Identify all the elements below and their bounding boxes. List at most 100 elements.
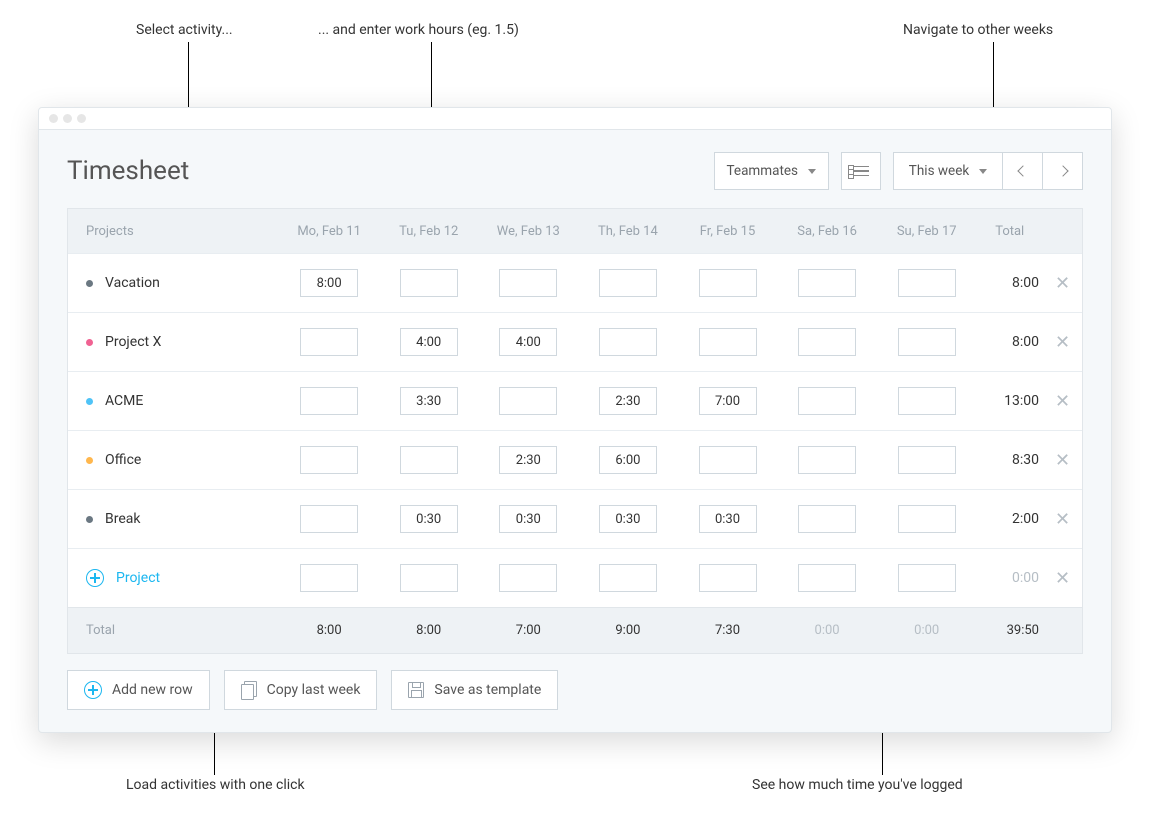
delete-row-button[interactable]: ✕	[1043, 509, 1082, 530]
hour-input[interactable]	[599, 269, 657, 297]
chevron-left-icon	[1017, 165, 1028, 176]
hour-input[interactable]	[599, 564, 657, 592]
day-cell	[479, 269, 579, 297]
delete-row-button[interactable]: ✕	[1043, 273, 1082, 294]
window-control-min[interactable]	[63, 114, 72, 123]
hour-input[interactable]	[798, 328, 856, 356]
hour-input[interactable]	[499, 269, 557, 297]
day-cell	[279, 328, 379, 356]
hour-input[interactable]	[400, 446, 458, 474]
hour-input[interactable]	[300, 505, 358, 533]
hour-input[interactable]	[300, 446, 358, 474]
hour-input[interactable]	[400, 269, 458, 297]
hour-input[interactable]	[400, 328, 458, 356]
day-cell	[379, 328, 479, 356]
list-view-button[interactable]	[841, 152, 881, 190]
day-total: 0:00	[877, 623, 977, 638]
hour-input[interactable]	[898, 387, 956, 415]
day-total: 7:00	[479, 623, 579, 638]
hour-input[interactable]	[400, 505, 458, 533]
hour-input[interactable]	[300, 564, 358, 592]
day-total: 8:00	[279, 623, 379, 638]
hour-input[interactable]	[898, 505, 956, 533]
project-cell[interactable]: Project X	[68, 334, 279, 350]
day-cell	[678, 446, 778, 474]
hour-input[interactable]	[300, 328, 358, 356]
hour-input[interactable]	[300, 269, 358, 297]
hour-input[interactable]	[499, 505, 557, 533]
add-project-cell[interactable]: Project	[68, 569, 279, 587]
save-template-button[interactable]: Save as template	[391, 670, 558, 710]
teammates-dropdown[interactable]: Teammates	[714, 152, 829, 190]
hour-input[interactable]	[599, 328, 657, 356]
hour-input[interactable]	[699, 446, 757, 474]
hour-input[interactable]	[798, 564, 856, 592]
hour-input[interactable]	[300, 387, 358, 415]
hour-input[interactable]	[898, 564, 956, 592]
table-row: Vacation8:00✕	[68, 253, 1082, 312]
chevron-right-icon	[1057, 165, 1068, 176]
delete-row-button[interactable]: ✕	[1043, 568, 1082, 589]
project-cell[interactable]: ACME	[68, 393, 279, 409]
delete-row-button[interactable]: ✕	[1043, 332, 1082, 353]
hour-input[interactable]	[898, 269, 956, 297]
delete-row-button[interactable]: ✕	[1043, 391, 1082, 412]
day-cell	[379, 387, 479, 415]
row-total: 0:00	[976, 570, 1042, 586]
hour-input[interactable]	[699, 387, 757, 415]
hour-input[interactable]	[599, 387, 657, 415]
day-cell	[279, 446, 379, 474]
day-cell	[777, 387, 877, 415]
next-week-button[interactable]	[1043, 152, 1083, 190]
hour-input[interactable]	[798, 505, 856, 533]
hour-input[interactable]	[699, 564, 757, 592]
project-cell[interactable]: Break	[68, 511, 279, 527]
day-total: 7:30	[678, 623, 778, 638]
window-control-close[interactable]	[49, 114, 58, 123]
copy-last-week-button[interactable]: Copy last week	[224, 670, 378, 710]
hour-input[interactable]	[400, 564, 458, 592]
window-control-max[interactable]	[77, 114, 86, 123]
row-total: 13:00	[976, 393, 1042, 409]
day-cell	[877, 505, 977, 533]
hour-input[interactable]	[699, 269, 757, 297]
week-nav: This week	[893, 152, 1083, 190]
annotation-load-activities: Load activities with one click	[126, 777, 305, 793]
hour-input[interactable]	[699, 328, 757, 356]
hour-input[interactable]	[599, 446, 657, 474]
footer-buttons: Add new row Copy last week Save as templ…	[39, 654, 1111, 732]
add-project-row: Project 0:00 ✕	[68, 548, 1082, 607]
day-cell	[578, 328, 678, 356]
add-row-button[interactable]: Add new row	[67, 670, 210, 710]
project-name: Project X	[105, 334, 161, 350]
hour-input[interactable]	[400, 387, 458, 415]
project-cell[interactable]: Vacation	[68, 275, 279, 291]
annotation-navigate-weeks: Navigate to other weeks	[903, 22, 1053, 38]
row-total: 2:00	[976, 511, 1042, 527]
hour-input[interactable]	[898, 328, 956, 356]
hour-input[interactable]	[499, 446, 557, 474]
hour-input[interactable]	[798, 387, 856, 415]
list-icon	[853, 166, 869, 177]
day-cell	[379, 505, 479, 533]
week-dropdown[interactable]: This week	[893, 152, 1003, 190]
day-total: 0:00	[777, 623, 877, 638]
hour-input[interactable]	[898, 446, 956, 474]
hour-input[interactable]	[499, 564, 557, 592]
table-footer: Total 8:00 8:00 7:00 9:00 7:30 0:00 0:00…	[68, 607, 1082, 653]
hour-input[interactable]	[499, 328, 557, 356]
day-cell	[777, 328, 877, 356]
day-cell	[777, 505, 877, 533]
hour-input[interactable]	[798, 269, 856, 297]
plus-circle-icon	[86, 569, 104, 587]
delete-row-button[interactable]: ✕	[1043, 450, 1082, 471]
hour-input[interactable]	[499, 387, 557, 415]
app-window: Timesheet Teammates This week	[38, 107, 1112, 733]
day-cell	[678, 505, 778, 533]
hour-input[interactable]	[798, 446, 856, 474]
project-cell[interactable]: Office	[68, 452, 279, 468]
hour-input[interactable]	[599, 505, 657, 533]
hour-input[interactable]	[699, 505, 757, 533]
prev-week-button[interactable]	[1003, 152, 1043, 190]
day-cell	[479, 387, 579, 415]
